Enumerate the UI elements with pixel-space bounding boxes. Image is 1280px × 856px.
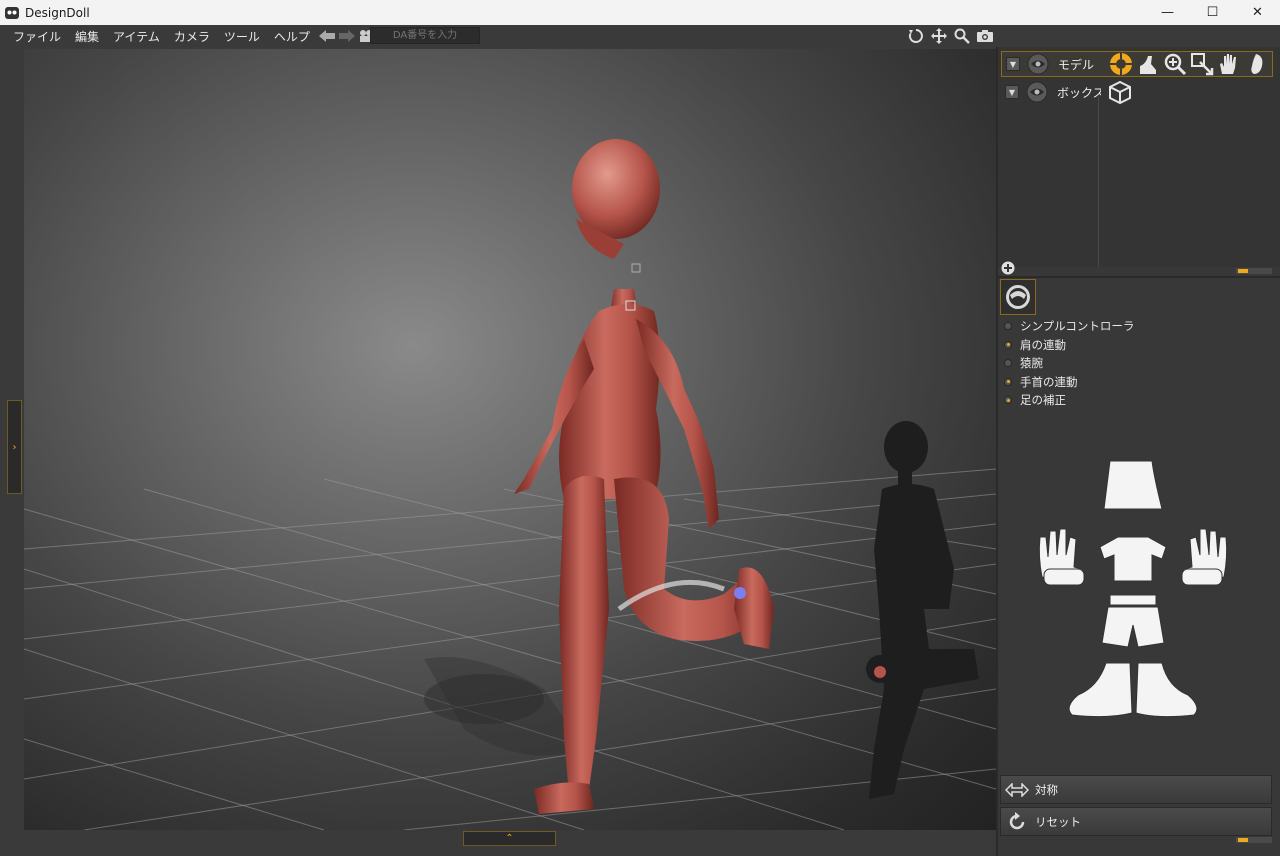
hand-tool-icon[interactable]: [1216, 51, 1242, 77]
pose-tool-icon[interactable]: [1135, 51, 1161, 77]
right-hand-part-icon: [1181, 528, 1228, 586]
expand-left-panel-button[interactable]: ›: [7, 400, 22, 494]
floor-grid: [24, 468, 996, 830]
body-part-selector: [1038, 460, 1228, 718]
app-logo-icon: [5, 6, 19, 19]
scene-row-box[interactable]: ▼ ボックス: [1001, 79, 1273, 105]
controller-head-icon: [1006, 285, 1030, 309]
chevron-right-icon: ›: [12, 441, 17, 453]
visibility-icon[interactable]: [1026, 52, 1050, 76]
right-panel: ▼ モデル ▼ ボックス シンプルコントローラ 肩の連動 猿腕 手首の連動 足の…: [996, 47, 1280, 856]
option-label: 足の補正: [1020, 393, 1066, 408]
minimize-button[interactable]: —: [1145, 0, 1190, 25]
title-bar: DesignDoll — ☐ ✕: [0, 0, 1280, 25]
doll-silhouette: [866, 421, 979, 799]
menu-item[interactable]: アイテム: [106, 28, 167, 45]
option-label: 手首の連動: [1020, 374, 1078, 389]
scene-row-label: ボックス: [1057, 85, 1101, 100]
shorts-part-icon: [1101, 594, 1165, 648]
radio-on-icon: [1004, 377, 1012, 386]
scene-object-list: ▼ モデル ▼ ボックス: [998, 47, 1280, 267]
maximize-button[interactable]: ☐: [1190, 0, 1235, 25]
panel-divider: [998, 276, 1280, 278]
option-simple-controller[interactable]: シンプルコントローラ: [1004, 317, 1134, 336]
add-item-icon[interactable]: [1001, 261, 1015, 275]
symmetry-button[interactable]: 対称: [1000, 775, 1272, 804]
symmetry-label: 対称: [1035, 782, 1058, 797]
panel-scrollbar[interactable]: [1236, 837, 1272, 843]
shirt-part-icon: [1099, 536, 1167, 582]
redo-arrow-icon[interactable]: [337, 28, 357, 44]
visibility-icon[interactable]: [1025, 80, 1049, 104]
option-label: 肩の連動: [1020, 337, 1066, 352]
controller-tool-icon[interactable]: [1108, 51, 1134, 77]
transform-tool-icon[interactable]: [1189, 51, 1215, 77]
reset-label: リセット: [1035, 814, 1081, 829]
option-hyperextended-elbow[interactable]: 猿腕: [1004, 354, 1134, 373]
menu-camera[interactable]: カメラ: [167, 28, 217, 45]
menu-file[interactable]: ファイル: [0, 28, 68, 45]
tree-connector-line: [1098, 97, 1099, 267]
scene-canvas: [24, 139, 996, 830]
zoom-camera-icon[interactable]: [952, 27, 972, 45]
window-title: DesignDoll: [25, 5, 90, 20]
dropdown-toggle-button[interactable]: ▼: [1005, 85, 1019, 99]
foot-tool-icon[interactable]: [1243, 51, 1269, 77]
screenshot-camera-icon[interactable]: [975, 27, 995, 45]
reset-arrow-icon: [1003, 811, 1031, 832]
option-label: シンプルコントローラ: [1020, 319, 1135, 334]
scene-list-scrollbar[interactable]: [1236, 268, 1272, 274]
symmetry-arrows-icon: [1003, 780, 1031, 800]
menu-help[interactable]: ヘルプ: [267, 28, 317, 45]
head-part-icon: [1103, 460, 1163, 510]
option-wrist-link[interactable]: 手首の連動: [1004, 373, 1134, 392]
option-shoulder-link[interactable]: 肩の連動: [1004, 336, 1134, 355]
radio-on-icon: [1004, 340, 1012, 349]
da-number-input[interactable]: [370, 27, 480, 44]
scene-row-model[interactable]: ▼ モデル: [1001, 51, 1273, 77]
radio-off-icon: [1004, 359, 1012, 368]
expand-bottom-panel-button[interactable]: ⌃: [463, 831, 556, 846]
rotate-camera-icon[interactable]: [906, 27, 926, 45]
menu-edit[interactable]: 編集: [68, 28, 106, 45]
menu-bar: ファイル 編集 アイテム カメラ ツール ヘルプ: [0, 25, 1280, 47]
3d-viewport[interactable]: [24, 49, 996, 830]
radio-off-icon: [1004, 322, 1012, 331]
option-label: 猿腕: [1020, 356, 1043, 371]
option-leg-correction[interactable]: 足の補正: [1004, 391, 1134, 410]
left-hand-part-icon: [1038, 528, 1085, 586]
undo-arrow-icon[interactable]: [317, 28, 337, 44]
zoom-tool-icon[interactable]: [1162, 51, 1188, 77]
chevron-up-icon: ⌃: [505, 833, 514, 844]
radio-on-icon: [1004, 396, 1012, 405]
pan-camera-icon[interactable]: [929, 27, 949, 45]
close-button[interactable]: ✕: [1235, 0, 1280, 25]
dropdown-toggle-button[interactable]: ▼: [1006, 57, 1020, 71]
controller-type-button[interactable]: [1000, 279, 1036, 315]
menu-tool[interactable]: ツール: [217, 28, 267, 45]
scene-row-label: モデル: [1058, 57, 1095, 72]
box-tool-icon[interactable]: [1107, 79, 1133, 105]
controller-options: シンプルコントローラ 肩の連動 猿腕 手首の連動 足の補正: [1004, 317, 1134, 410]
shoes-part-icon: [1068, 662, 1198, 718]
reset-button[interactable]: リセット: [1000, 807, 1272, 836]
